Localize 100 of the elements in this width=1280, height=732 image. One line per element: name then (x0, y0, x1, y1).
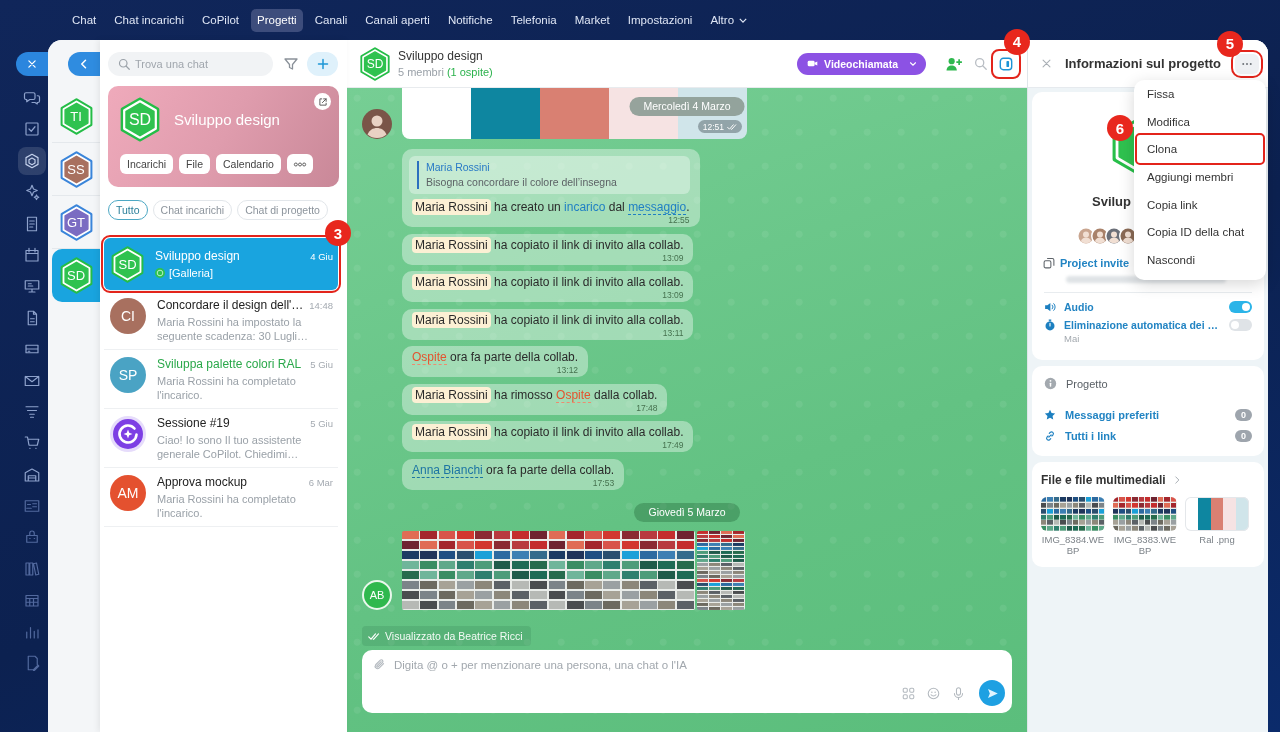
user-mention[interactable]: Maria Rossini (412, 199, 491, 215)
invite-link[interactable]: Project invite (1060, 257, 1130, 269)
step-marker: 5 (1217, 30, 1243, 57)
setting-label: Eliminazione automatica dei … (1064, 319, 1220, 331)
close-button[interactable] (16, 52, 48, 76)
menu-item[interactable]: Modifica (1137, 107, 1263, 136)
chat-item[interactable]: Sessione #19 5 Giu Ciao! Io sono Il tuo assistente generale CoPilot. Chiedimi… (104, 409, 338, 467)
sidebar-panel-icon (999, 56, 1013, 71)
info-icon (1044, 377, 1057, 390)
nav-tab[interactable]: CoPilot (195, 8, 246, 32)
nav-tab[interactable]: Chat (66, 8, 103, 32)
avatar: SS (59, 150, 93, 188)
recent-chat[interactable]: SS (52, 143, 100, 196)
smiley-icon[interactable] (927, 686, 940, 700)
chat-time: 5 Giu (310, 359, 333, 370)
card-button[interactable]: Calendario (216, 154, 281, 174)
recent-chat[interactable]: GT (52, 196, 100, 249)
color-stripes-drawing[interactable] (1185, 497, 1249, 531)
color-chart-drawing[interactable] (697, 530, 745, 610)
user-mention[interactable]: Maria Rossini (412, 311, 491, 328)
guest-count: (1 ospite) (446, 66, 493, 78)
toggle-switch[interactable] (1229, 301, 1252, 313)
color-chart-drawing[interactable] (402, 530, 695, 610)
file-name: Ral .png (1198, 534, 1236, 545)
back-button[interactable] (68, 52, 100, 76)
more-button[interactable] (286, 154, 313, 174)
search-field[interactable]: Trova una chat (108, 52, 273, 76)
avatar: AM (110, 475, 146, 511)
assistant-logo-icon (110, 416, 146, 452)
chat-preview: Maria Rossini ha impostato la seguente scadenza: 30 Lugli… (157, 315, 310, 343)
search-icon[interactable] (974, 57, 987, 70)
nav-tab[interactable]: Market (568, 8, 616, 32)
chat-preview: Maria Rossini ha completato l'incarico. (157, 492, 297, 520)
send-icon (985, 686, 999, 700)
date-label: Giovedì 5 Marzo (634, 502, 740, 522)
open-external-button[interactable] (314, 93, 331, 110)
nav-tab[interactable]: Altro (704, 8, 754, 32)
nav-tab[interactable]: Canali aperti (359, 8, 436, 32)
plus-icon (316, 58, 329, 70)
menu-item[interactable]: Fissa (1137, 80, 1263, 108)
filter-icon[interactable] (283, 56, 299, 72)
section-title[interactable]: File e file multimediali (1041, 473, 1166, 487)
message-field[interactable]: Digita @ o + per menzionare una persona, una chat o l'IA (394, 658, 954, 671)
date-label: Mercoledì 4 Marzo (629, 97, 745, 116)
link-label[interactable]: Messaggi preferiti (1065, 408, 1226, 421)
avatar: SD (120, 97, 160, 142)
user-mention[interactable]: Maria Rossini (412, 424, 491, 440)
counter: 0 (1235, 408, 1252, 421)
chat-time: 6 Mar (308, 477, 333, 488)
nav-tab[interactable]: Telefonia (504, 8, 563, 32)
card-button[interactable]: File (179, 154, 211, 174)
menu-item[interactable]: Copia link (1137, 190, 1263, 219)
color-chart-drawing[interactable] (1041, 497, 1105, 531)
speaker-icon (1044, 301, 1056, 313)
step-marker: 4 (1004, 28, 1030, 55)
hexagon-icon[interactable] (18, 146, 46, 175)
link-label[interactable]: Tutti i link (1065, 429, 1226, 442)
message-time: 12:51 (697, 120, 742, 133)
file-name: IMG_8384.WEBP (1041, 534, 1105, 556)
menu-item[interactable]: Clona (1137, 135, 1263, 164)
user-mention[interactable]: Maria Rossini (412, 274, 491, 290)
panel-title: Informazioni sul progetto (1065, 56, 1222, 71)
nav-tab[interactable]: Chat incarichi (108, 8, 190, 32)
paperclip-icon[interactable] (373, 658, 386, 671)
card-button[interactable]: Incarichi (120, 154, 174, 174)
message-time: 17:49 (662, 440, 684, 450)
nav-tab[interactable]: Notifiche (441, 8, 499, 32)
close-icon[interactable] (1041, 58, 1052, 69)
filter-chip[interactable]: Tutto (108, 200, 148, 220)
nav-tab[interactable]: Canali (308, 8, 354, 32)
avatar: TI (59, 97, 93, 135)
avatar: SD (59, 256, 93, 294)
nav-tab[interactable]: Impostazioni (621, 8, 699, 32)
search-icon (118, 58, 130, 70)
menu-item[interactable]: Nascondi (1137, 246, 1263, 274)
microphone-icon[interactable] (952, 686, 965, 700)
nav-tab[interactable]: Progetti (251, 8, 303, 32)
user-mention[interactable]: Maria Rossini (412, 386, 491, 403)
avatar: CI (110, 298, 146, 334)
add-user-icon[interactable] (946, 56, 962, 71)
send-button[interactable] (979, 680, 1005, 706)
video-call-button[interactable]: Videochiamata (797, 52, 926, 75)
color-chart-drawing[interactable] (1113, 497, 1177, 531)
message-text: Maria Rossini ha copiato il link di invito alla collab. (412, 274, 684, 290)
add-button[interactable] (307, 52, 338, 76)
message-text: Ospite ora fa parte della collab. (412, 349, 579, 365)
apps-grid-icon[interactable] (902, 686, 915, 700)
chat-title: Approva mockup (157, 475, 249, 490)
chat-item[interactable]: CI Concordare il design dell'… 14:48 Maria Rossini ha impostato la seguente scadenza: 30 Lugli… (104, 291, 338, 349)
chat-time: 4 Giu (310, 251, 333, 262)
quoted-message[interactable]: Maria Rossini Bisogna concordare il colore dell’insegna (409, 156, 690, 194)
chat-item[interactable]: AM Approva mockup 6 Mar Maria Rossini ha completato l'incarico. (104, 468, 338, 526)
menu-item[interactable]: Aggiungi membri (1137, 163, 1263, 191)
chat-preview: Maria Rossini ha completato l'incarico. (157, 374, 297, 402)
quote-text: Bisogna concordare il colore dell’insegna (426, 176, 618, 189)
copy-icon[interactable] (1043, 257, 1055, 269)
setting-label: Audio (1064, 301, 1095, 313)
menu-item[interactable]: Copia ID della chat (1137, 218, 1263, 247)
user-mention[interactable]: Maria Rossini (412, 236, 491, 253)
toggle-switch[interactable] (1229, 319, 1252, 331)
